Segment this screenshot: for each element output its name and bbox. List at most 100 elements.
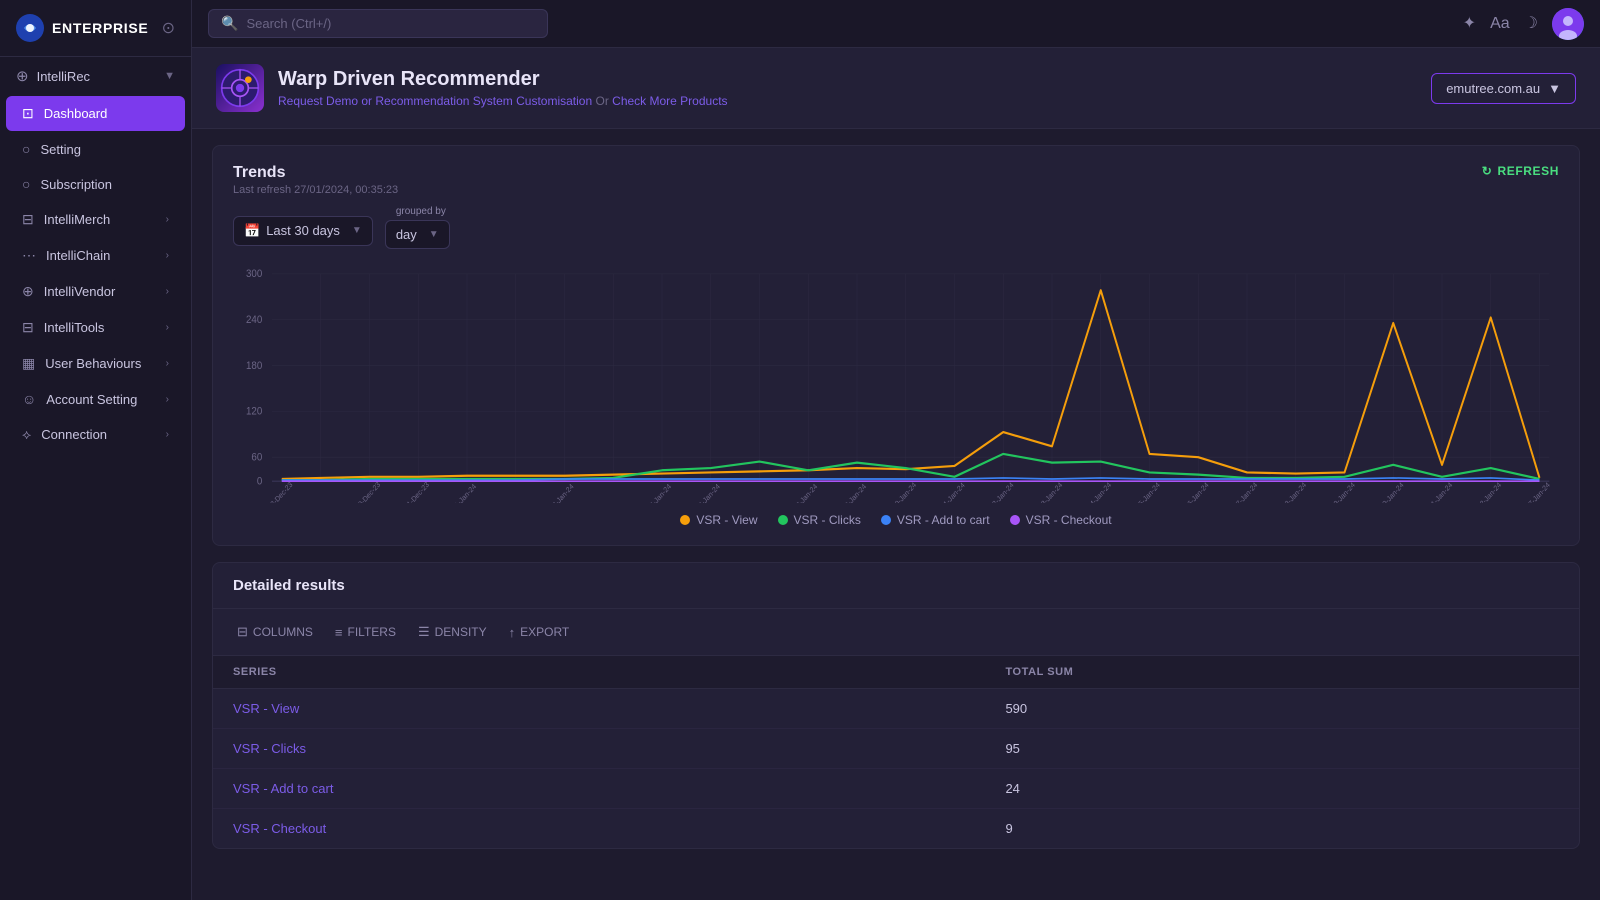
svg-text:6-Jan-24: 6-Jan-24	[697, 482, 722, 503]
sidebar-item-intellivendor[interactable]: ⊕ IntelliVendor ›	[6, 274, 185, 309]
brand-logo-icon	[16, 14, 44, 42]
nav-label-intellivendor: IntelliVendor	[44, 284, 116, 299]
sidebar-item-dashboard[interactable]: ⊡ Dashboard	[6, 96, 185, 131]
grouped-by-chevron-icon: ▼	[429, 229, 439, 240]
sidebar-item-connection[interactable]: ⟡ Connection ›	[6, 417, 185, 452]
trends-last-refresh: Last refresh 27/01/2024, 00:35:23	[233, 184, 398, 196]
sparkle-icon-button[interactable]: ✦	[1463, 16, 1476, 32]
date-range-select[interactable]: 📅 Last 30 days ▼	[233, 216, 373, 246]
export-button[interactable]: ↑ EXPORT	[501, 620, 578, 645]
svg-text:11-Jan-24: 11-Jan-24	[939, 480, 966, 503]
sidebar-item-user-behaviours[interactable]: ▦ User Behaviours ›	[6, 346, 185, 381]
svg-text:240: 240	[246, 315, 262, 327]
store-select-button[interactable]: emutree.com.au ▼	[1431, 73, 1576, 104]
svg-text:180: 180	[246, 360, 262, 372]
col-total-sum: TOTAL SUM	[985, 656, 1579, 689]
col-series: SERIES	[213, 656, 985, 689]
vsr-clicks-link[interactable]: VSR - Clicks	[233, 741, 306, 756]
refresh-button[interactable]: ↻ REFRESH	[1482, 164, 1559, 178]
detailed-results-title: Detailed results	[233, 577, 345, 594]
sidebar-item-intellitools[interactable]: ⊟ IntelliTools ›	[6, 310, 185, 345]
legend-label-view: VSR - View	[696, 513, 757, 527]
legend-vsr-clicks: VSR - Clicks	[778, 513, 861, 527]
refresh-icon: ↻	[1482, 164, 1493, 178]
grouped-by-wrapper: grouped by day ▼	[385, 220, 450, 249]
svg-text:31-Dec-23: 31-Dec-23	[402, 480, 431, 503]
translate-icon-button[interactable]: Aa	[1490, 16, 1510, 32]
filters-label: FILTERS	[348, 625, 396, 639]
subscription-icon: ○	[22, 176, 30, 192]
export-icon: ↑	[509, 625, 516, 640]
sidebar-item-subscription[interactable]: ○ Subscription	[6, 167, 185, 201]
topbar: 🔍 Search (Ctrl+/) ✦ Aa ☽	[192, 0, 1600, 48]
chart-legend: VSR - View VSR - Clicks VSR - Add to car…	[233, 513, 1559, 527]
density-icon: ☰	[418, 624, 430, 640]
nav-label-dashboard: Dashboard	[44, 106, 108, 121]
nav-label-account-setting: Account Setting	[46, 392, 137, 407]
intellivendor-icon: ⊕	[22, 283, 34, 300]
search-bar[interactable]: 🔍 Search (Ctrl+/)	[208, 9, 548, 38]
vsr-add-to-cart-total: 24	[985, 769, 1579, 809]
svg-text:21-Jan-24: 21-Jan-24	[1426, 480, 1454, 503]
trends-chart: 300 240 180 120 60 0	[233, 263, 1559, 503]
brand-name: ENTERPRISE	[52, 20, 148, 36]
svg-text:28-Dec-23: 28-Dec-23	[266, 480, 295, 503]
search-placeholder: Search (Ctrl+/)	[246, 16, 331, 31]
vsr-view-link[interactable]: VSR - View	[233, 701, 299, 716]
store-chevron-icon: ▼	[1548, 81, 1561, 96]
org-icon: ⊕	[16, 67, 29, 85]
density-button[interactable]: ☰ DENSITY	[410, 619, 495, 645]
legend-label-clicks: VSR - Clicks	[794, 513, 861, 527]
export-label: EXPORT	[520, 625, 569, 639]
org-chevron-icon: ▼	[164, 70, 175, 82]
sidebar: ENTERPRISE ⊙ ⊕ IntelliRec ▼ ⊡ Dashboard …	[0, 0, 192, 900]
detail-toolbar: ⊟ COLUMNS ≡ FILTERS ☰ DENSITY ↑ EXPORT	[213, 609, 1579, 656]
vsr-add-to-cart-link[interactable]: VSR - Add to cart	[233, 781, 333, 796]
plugin-demo-link[interactable]: Request Demo or Recommendation System Cu…	[278, 94, 592, 108]
date-range-chevron-icon: ▼	[352, 225, 362, 236]
sidebar-item-setting[interactable]: ○ Setting	[6, 132, 185, 166]
date-range-wrapper: 📅 Last 30 days ▼	[233, 216, 373, 246]
nav-label-setting: Setting	[40, 142, 80, 157]
svg-text:9-Jan-24: 9-Jan-24	[843, 482, 868, 503]
columns-button[interactable]: ⊟ COLUMNS	[229, 619, 321, 645]
vsr-checkout-link[interactable]: VSR - Checkout	[233, 821, 326, 836]
sidebar-header: ENTERPRISE ⊙	[0, 0, 191, 57]
vsr-view-total: 590	[985, 689, 1579, 729]
sidebar-item-intellichain[interactable]: ⋯ IntelliChain ›	[6, 238, 185, 273]
chart-container: 300 240 180 120 60 0	[233, 263, 1559, 503]
dashboard-icon: ⊡	[22, 105, 34, 122]
trends-section: Trends Last refresh 27/01/2024, 00:35:23…	[212, 145, 1580, 546]
intellichain-chevron-icon: ›	[166, 250, 169, 261]
trends-controls: 📅 Last 30 days ▼ grouped by day ▼	[233, 212, 1559, 249]
sidebar-item-account-setting[interactable]: ☺ Account Setting ›	[6, 382, 185, 416]
moon-icon-button[interactable]: ☽	[1524, 16, 1538, 32]
account-setting-chevron-icon: ›	[166, 394, 169, 405]
table-row: VSR - Clicks 95	[213, 729, 1579, 769]
svg-text:3-Jan-24: 3-Jan-24	[550, 482, 575, 503]
filters-button[interactable]: ≡ FILTERS	[327, 620, 404, 645]
connection-chevron-icon: ›	[166, 429, 169, 440]
trends-title: Trends	[233, 164, 398, 182]
user-behaviours-icon: ▦	[22, 355, 35, 372]
nav-label-user-behaviours: User Behaviours	[45, 356, 141, 371]
date-range-value: Last 30 days	[266, 223, 340, 238]
avatar[interactable]	[1552, 8, 1584, 40]
intellimerch-icon: ⊟	[22, 211, 34, 228]
nav-label-subscription: Subscription	[40, 177, 112, 192]
svg-text:18-Jan-24: 18-Jan-24	[1280, 480, 1308, 503]
grouped-by-select[interactable]: day ▼	[385, 220, 450, 249]
plugin-title: Warp Driven Recommender	[278, 68, 728, 91]
svg-text:300: 300	[246, 269, 262, 281]
columns-label: COLUMNS	[253, 625, 313, 639]
plugin-products-link[interactable]: Check More Products	[612, 94, 727, 108]
store-name: emutree.com.au	[1446, 81, 1540, 96]
account-setting-icon: ☺	[22, 391, 36, 407]
legend-dot-checkout	[1010, 515, 1020, 525]
plugin-subtitle: Request Demo or Recommendation System Cu…	[278, 94, 728, 108]
org-selector[interactable]: ⊕ IntelliRec ▼	[0, 57, 191, 95]
sidebar-item-intellimerch[interactable]: ⊟ IntelliMerch ›	[6, 202, 185, 237]
svg-text:15-Jan-24: 15-Jan-24	[1134, 480, 1162, 503]
svg-text:0: 0	[257, 476, 263, 488]
user-behaviours-chevron-icon: ›	[166, 358, 169, 369]
